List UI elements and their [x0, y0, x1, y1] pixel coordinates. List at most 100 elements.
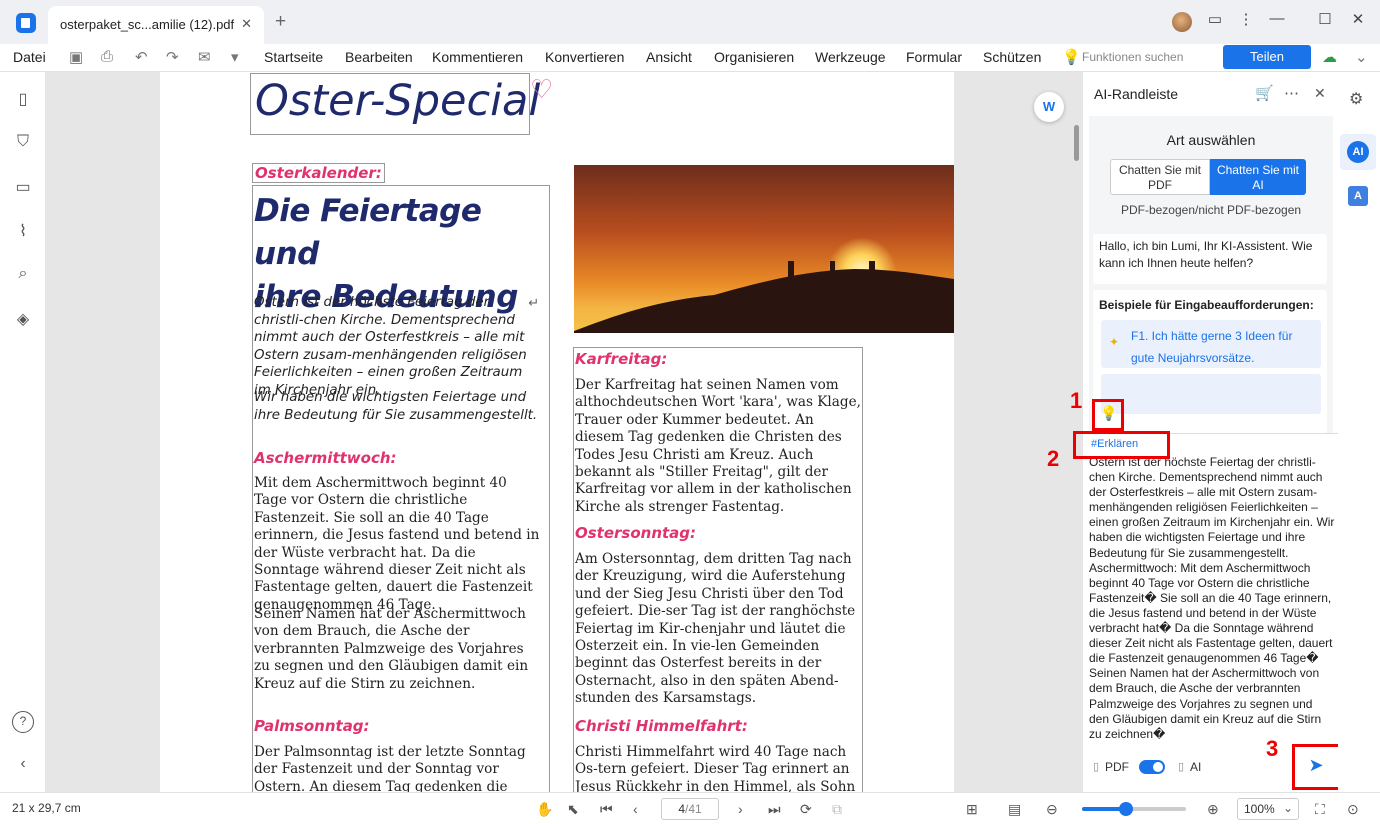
zoom-slider-knob[interactable]	[1118, 802, 1133, 816]
menu-convert[interactable]: Konvertieren	[545, 49, 624, 65]
next-page-icon[interactable]: ›	[738, 801, 743, 817]
menu-file[interactable]: Datei	[13, 49, 46, 65]
ai-sidebar-title: AI-Randleiste	[1094, 86, 1179, 102]
intro-paragraph: Ostern ist der höchste Feiertag der chri…	[254, 295, 527, 398]
chat-with-ai-button[interactable]: Chatten Sie mit AI	[1210, 159, 1306, 195]
first-page-icon[interactable]: ⏮	[600, 801, 613, 818]
dropdown-icon[interactable]: ▾	[231, 48, 239, 66]
save-icon[interactable]: ▣	[69, 48, 83, 66]
prompt-examples: Beispiele für Eingabeaufforderungen: ✦ F…	[1093, 290, 1327, 434]
more-options-icon[interactable]: ⋯	[1284, 84, 1299, 102]
left-sidebar: ▯ ⛉ ▭ ⌇ ⌕ ◈ ? ‹	[0, 72, 46, 792]
menu-edit[interactable]: Bearbeiten	[345, 49, 413, 65]
previous-page-icon[interactable]: ‹	[633, 801, 638, 817]
rotate-icon[interactable]: ⟳	[800, 801, 812, 818]
properties-sliders-icon[interactable]: ⚙	[1349, 89, 1363, 109]
close-tab-icon[interactable]: ✕	[241, 16, 252, 32]
share-button[interactable]: Teilen	[1223, 45, 1311, 69]
crop-icon[interactable]: ⧉	[832, 801, 842, 818]
page-size: 21 x 29,7 cm	[12, 801, 81, 815]
fit-page-icon[interactable]: ⊞	[966, 801, 978, 818]
zoom-slider[interactable]	[1082, 802, 1186, 816]
menu-protect[interactable]: Schützen	[983, 49, 1041, 65]
ascension-heading: Christi Himmelfahrt:	[575, 717, 748, 735]
zoom-out-icon[interactable]: ⊖	[1046, 801, 1058, 818]
feature-search[interactable]: Funktionen suchen	[1082, 50, 1183, 64]
bookmark-icon[interactable]: ⛉	[12, 133, 34, 155]
status-bar: 21 x 29,7 cm ✋ ⬉ ⏮ ‹ 4/41 › ⏭ ⟳ ⧉ ⊞ ▤ ⊖ …	[0, 792, 1380, 824]
new-tab-button[interactable]: +	[275, 11, 286, 33]
ai-prompt-input[interactable]: Ostern ist der höchste Feiertag der chri…	[1089, 455, 1335, 742]
user-avatar[interactable]	[1172, 12, 1192, 32]
menu-form[interactable]: Formular	[906, 49, 962, 65]
pdf-ai-toggle[interactable]	[1139, 760, 1165, 774]
pdf-doc-icon: ▯	[1093, 761, 1100, 773]
examples-title: Beispiele für Eingabeaufforderungen:	[1099, 298, 1314, 312]
window-close-icon[interactable]: ✕	[1347, 10, 1369, 28]
more-menu-icon[interactable]: ⋮	[1235, 10, 1257, 28]
page-current: 4	[678, 802, 685, 816]
help-icon[interactable]: ?	[12, 711, 34, 733]
attachment-icon[interactable]: ⌇	[12, 221, 34, 243]
close-sidebar-icon[interactable]: ✕	[1314, 85, 1326, 102]
scroll-mode-icon[interactable]: ⊙	[1347, 801, 1359, 818]
menu-bar: Datei ▣ ⎙ ↶ ↷ ✉ ▾ Startseite Bearbeiten …	[0, 44, 1380, 72]
last-page-icon[interactable]: ⏭	[768, 801, 781, 818]
page-thumbnail-icon[interactable]: ▯	[12, 89, 34, 111]
chat-icon[interactable]: ▭	[1204, 10, 1226, 28]
ai-doc-icon: ▯	[1178, 761, 1185, 773]
pdf-toggle-label: PDF	[1105, 760, 1129, 774]
ai-assistant-icon[interactable]: AI	[1347, 141, 1369, 163]
doc-title: Oster-Special	[250, 73, 540, 135]
ash-wednesday-paragraph-1: Mit dem Aschermittwoch beginnt 40 Tage v…	[254, 475, 540, 613]
pdf-page: Oster-Special ♡ Osterkalender: Die Feier…	[160, 72, 954, 792]
cart-icon[interactable]: 🛒	[1255, 84, 1274, 102]
menu-tools[interactable]: Werkzeuge	[815, 49, 886, 65]
select-tool-icon[interactable]: ⬉	[567, 801, 579, 818]
example-prompt-1[interactable]: ✦ F1. Ich hätte gerne 3 Ideen für gute N…	[1101, 320, 1321, 368]
menu-home[interactable]: Startseite	[264, 49, 323, 65]
undo-icon[interactable]: ↶	[135, 48, 148, 66]
collapse-left-icon[interactable]: ‹	[12, 755, 34, 777]
intro-paragraph-2: Wir haben die wichtigsten Feiertage und …	[254, 390, 538, 423]
chat-with-pdf-button[interactable]: Chatten Sie mit PDF	[1110, 159, 1210, 195]
assistant-greeting: Hallo, ich bin Lumi, Ihr KI-Assistent. W…	[1093, 234, 1327, 284]
menu-view[interactable]: Ansicht	[646, 49, 692, 65]
layers-icon[interactable]: ◈	[12, 309, 34, 331]
document-tab[interactable]: osterpaket_sc...amilie (12).pdf ✕	[48, 6, 264, 44]
document-viewer[interactable]: Oster-Special ♡ Osterkalender: Die Feier…	[46, 72, 1082, 792]
app-logo-icon[interactable]	[16, 13, 36, 33]
ascension-paragraph: Christi Himmelfahrt wird 40 Tage nach Os…	[575, 744, 856, 792]
translate-icon[interactable]: A	[1348, 186, 1368, 206]
mail-icon[interactable]: ✉	[198, 48, 211, 66]
ai-toggle-label: AI	[1190, 760, 1202, 774]
cloud-sync-icon[interactable]: ☁	[1322, 48, 1337, 66]
annotation-number-2: 2	[1047, 446, 1060, 471]
zoom-level-select[interactable]: 100% ⌄	[1237, 798, 1299, 820]
document-tab-title: osterpaket_sc...amilie (12).pdf	[60, 17, 235, 32]
zoom-in-icon[interactable]: ⊕	[1207, 801, 1219, 818]
print-icon[interactable]: ⎙	[101, 48, 113, 65]
menu-comment[interactable]: Kommentieren	[432, 49, 523, 65]
collapse-ribbon-icon[interactable]: ⌄	[1355, 48, 1368, 66]
fullscreen-icon[interactable]: ⛶	[1315, 801, 1325, 818]
maximize-icon[interactable]: ☐	[1314, 10, 1336, 28]
ai-chat-area: Art auswählen Chatten Sie mit PDF Chatte…	[1089, 116, 1333, 434]
comment-icon[interactable]: ▭	[12, 177, 34, 199]
easter-crosses-image	[574, 165, 954, 333]
page-number-input[interactable]: 4/41	[661, 798, 719, 820]
minimize-icon[interactable]: —	[1266, 10, 1288, 27]
hand-tool-icon[interactable]: ✋	[536, 801, 553, 818]
menu-organize[interactable]: Organisieren	[714, 49, 794, 65]
redo-icon[interactable]: ↷	[166, 48, 179, 66]
convert-to-word-icon[interactable]: W	[1034, 92, 1064, 122]
page-layout-icon[interactable]: ▤	[1008, 801, 1021, 818]
highlight-box-1	[1092, 399, 1124, 431]
example-prompt-2[interactable]	[1101, 374, 1321, 414]
search-icon[interactable]: ⌕	[12, 265, 34, 287]
right-toolbar: ⚙ AI A	[1338, 72, 1380, 792]
vertical-scrollbar[interactable]	[1074, 125, 1079, 161]
mode-subtitle: PDF-bezogen/nicht PDF-bezogen	[1120, 203, 1302, 217]
heart-decoration-icon: ♡	[530, 74, 554, 104]
main-heading-line1: Die Feiertage und	[254, 193, 482, 272]
